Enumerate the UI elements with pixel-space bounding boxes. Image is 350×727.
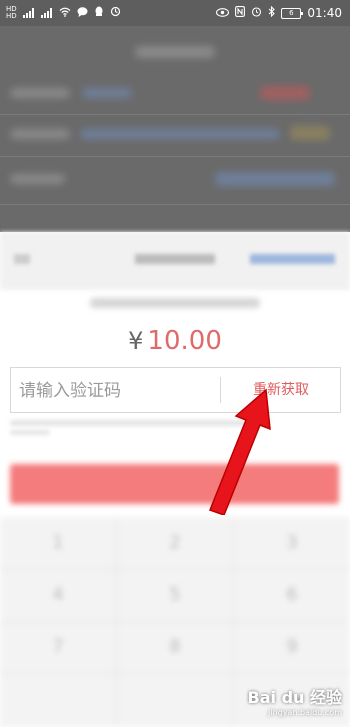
keypad-key[interactable]: 9 (234, 621, 350, 673)
keypad-key[interactable]: 3 (234, 517, 350, 569)
status-bar: HD HD 6 01:40 (0, 0, 350, 26)
qq-icon (94, 6, 104, 20)
clock-time: 01:40 (307, 6, 342, 20)
wifi-icon (59, 7, 71, 20)
currency-symbol: ¥ (128, 327, 144, 355)
amount-value: 10.00 (147, 326, 222, 356)
alarm-icon (251, 6, 262, 20)
background-page (0, 26, 350, 241)
keypad-key[interactable]: 1 (0, 517, 116, 569)
keypad-key[interactable]: 8 (117, 621, 233, 673)
eye-icon (216, 7, 230, 20)
battery-icon: 6 (281, 7, 304, 19)
sheet-header (0, 232, 350, 290)
keypad-key[interactable]: 5 (117, 569, 233, 621)
confirm-pay-button[interactable] (10, 464, 339, 504)
chat-icon (77, 6, 88, 20)
signal-icon (22, 8, 35, 18)
signal-icon (40, 8, 53, 18)
payment-description (90, 298, 260, 308)
sms-hint-line (10, 430, 50, 435)
keypad-key[interactable]: 4 (0, 569, 116, 621)
baidu-watermark: Bai du 经验 jingyan.baidu.com (247, 688, 342, 717)
keypad-key[interactable]: 2 (117, 517, 233, 569)
keypad-key[interactable]: 6 (234, 569, 350, 621)
annotation-arrow-icon (209, 388, 271, 515)
hd-indicator: HD HD (6, 5, 17, 20)
sync-icon (110, 6, 121, 20)
bluetooth-icon (268, 5, 276, 20)
nfc-icon (235, 6, 246, 20)
keypad-key[interactable]: 7 (0, 621, 116, 673)
payment-amount: ¥10.00 (0, 326, 350, 356)
verification-code-box: 重新获取 (10, 367, 341, 413)
payment-sheet: ¥10.00 重新获取 1 2 3 4 5 6 7 8 9 (0, 232, 350, 727)
verification-code-input[interactable] (17, 370, 221, 412)
